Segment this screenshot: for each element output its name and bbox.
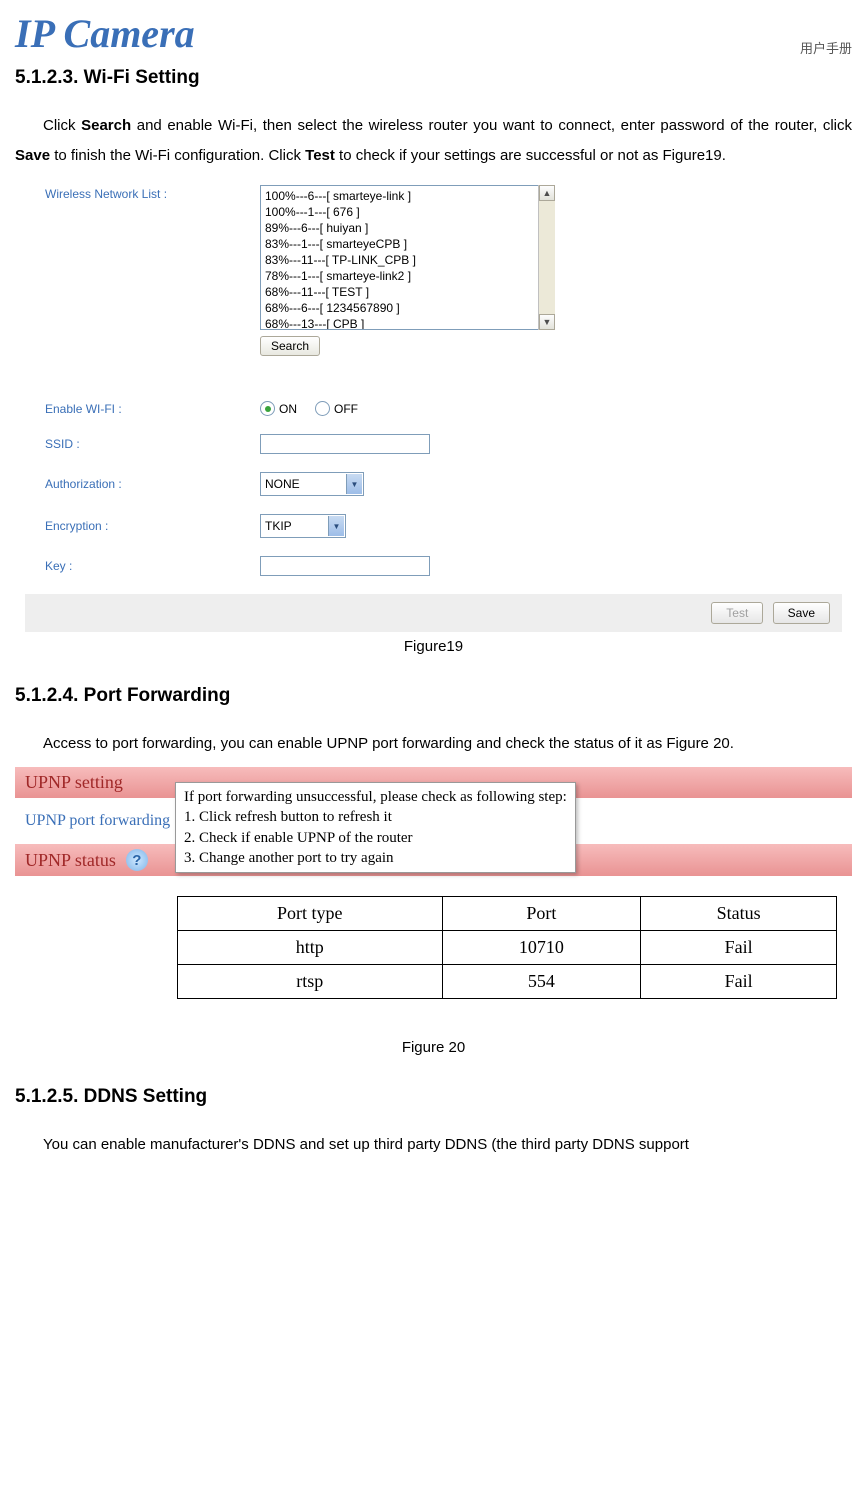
table-row: Port type Port Status: [178, 897, 837, 931]
wireless-list-label: Wireless Network List :: [45, 185, 260, 330]
ssid-label: SSID :: [45, 437, 260, 451]
list-item[interactable]: 100%---1---[ 676 ]: [265, 204, 550, 220]
scrollbar[interactable]: ▲ ▼: [538, 185, 555, 330]
wifi-off-radio[interactable]: OFF: [315, 401, 358, 416]
chevron-down-icon: ▼: [328, 516, 344, 536]
test-button[interactable]: Test: [711, 602, 763, 624]
col-status: Status: [641, 897, 837, 931]
heading-wifi-setting: 5.1.2.3. Wi-Fi Setting: [15, 67, 852, 89]
enable-wifi-label: Enable WI-FI :: [45, 402, 260, 416]
heading-port-forwarding: 5.1.2.4. Port Forwarding: [15, 685, 852, 707]
wifi-paragraph: Click Search and enable Wi-Fi, then sele…: [15, 111, 852, 171]
list-item[interactable]: 78%---1---[ smarteye-link2 ]: [265, 268, 550, 284]
authorization-select[interactable]: NONE▼: [260, 472, 364, 496]
figure-19-caption: Figure19: [15, 638, 852, 655]
figure-19: Wireless Network List : 100%---6---[ sma…: [25, 179, 842, 632]
header-right-text: 用户手册: [800, 38, 852, 57]
save-button[interactable]: Save: [773, 602, 830, 624]
heading-ddns-setting: 5.1.2.5. DDNS Setting: [15, 1086, 852, 1108]
list-item[interactable]: 83%---11---[ TP-LINK_CPB ]: [265, 252, 550, 268]
ddns-paragraph: You can enable manufacturer's DDNS and s…: [15, 1130, 852, 1160]
table-row: rtsp 554 Fail: [178, 965, 837, 999]
ssid-input[interactable]: [260, 434, 430, 454]
table-row: http 10710 Fail: [178, 931, 837, 965]
upnp-tooltip: If port forwarding unsuccessful, please …: [175, 782, 576, 873]
chevron-down-icon: ▼: [346, 474, 362, 494]
key-input[interactable]: [260, 556, 430, 576]
encryption-label: Encryption :: [45, 519, 260, 533]
list-item[interactable]: 68%---11---[ TEST ]: [265, 284, 550, 300]
list-item[interactable]: 68%---13---[ CPB ]: [265, 316, 550, 330]
figure-20-caption: Figure 20: [15, 1039, 852, 1056]
upnp-status-label: UPNP status: [25, 850, 116, 871]
list-item[interactable]: 83%---1---[ smarteyeCPB ]: [265, 236, 550, 252]
wifi-on-radio[interactable]: ON: [260, 401, 297, 416]
list-item[interactable]: 100%---6---[ smarteye-link ]: [265, 188, 550, 204]
scroll-up-icon[interactable]: ▲: [539, 185, 555, 201]
authorization-label: Authorization :: [45, 477, 260, 491]
key-label: Key :: [45, 559, 260, 573]
logo: IP Camera: [15, 10, 195, 57]
list-item[interactable]: 68%---6---[ 1234567890 ]: [265, 300, 550, 316]
col-port-type: Port type: [178, 897, 443, 931]
search-button[interactable]: Search: [260, 336, 320, 356]
wireless-network-list[interactable]: 100%---6---[ smarteye-link ] 100%---1---…: [260, 185, 555, 330]
help-icon[interactable]: ?: [126, 849, 148, 871]
list-item[interactable]: 89%---6---[ huiyan ]: [265, 220, 550, 236]
scroll-down-icon[interactable]: ▼: [539, 314, 555, 330]
col-port: Port: [442, 897, 641, 931]
figure-20: UPNP setting UPNP port forwarding ON OFF…: [15, 767, 852, 999]
encryption-select[interactable]: TKIP▼: [260, 514, 346, 538]
port-forwarding-paragraph: Access to port forwarding, you can enabl…: [15, 729, 852, 759]
upnp-status-table: Port type Port Status http 10710 Fail rt…: [177, 896, 837, 999]
